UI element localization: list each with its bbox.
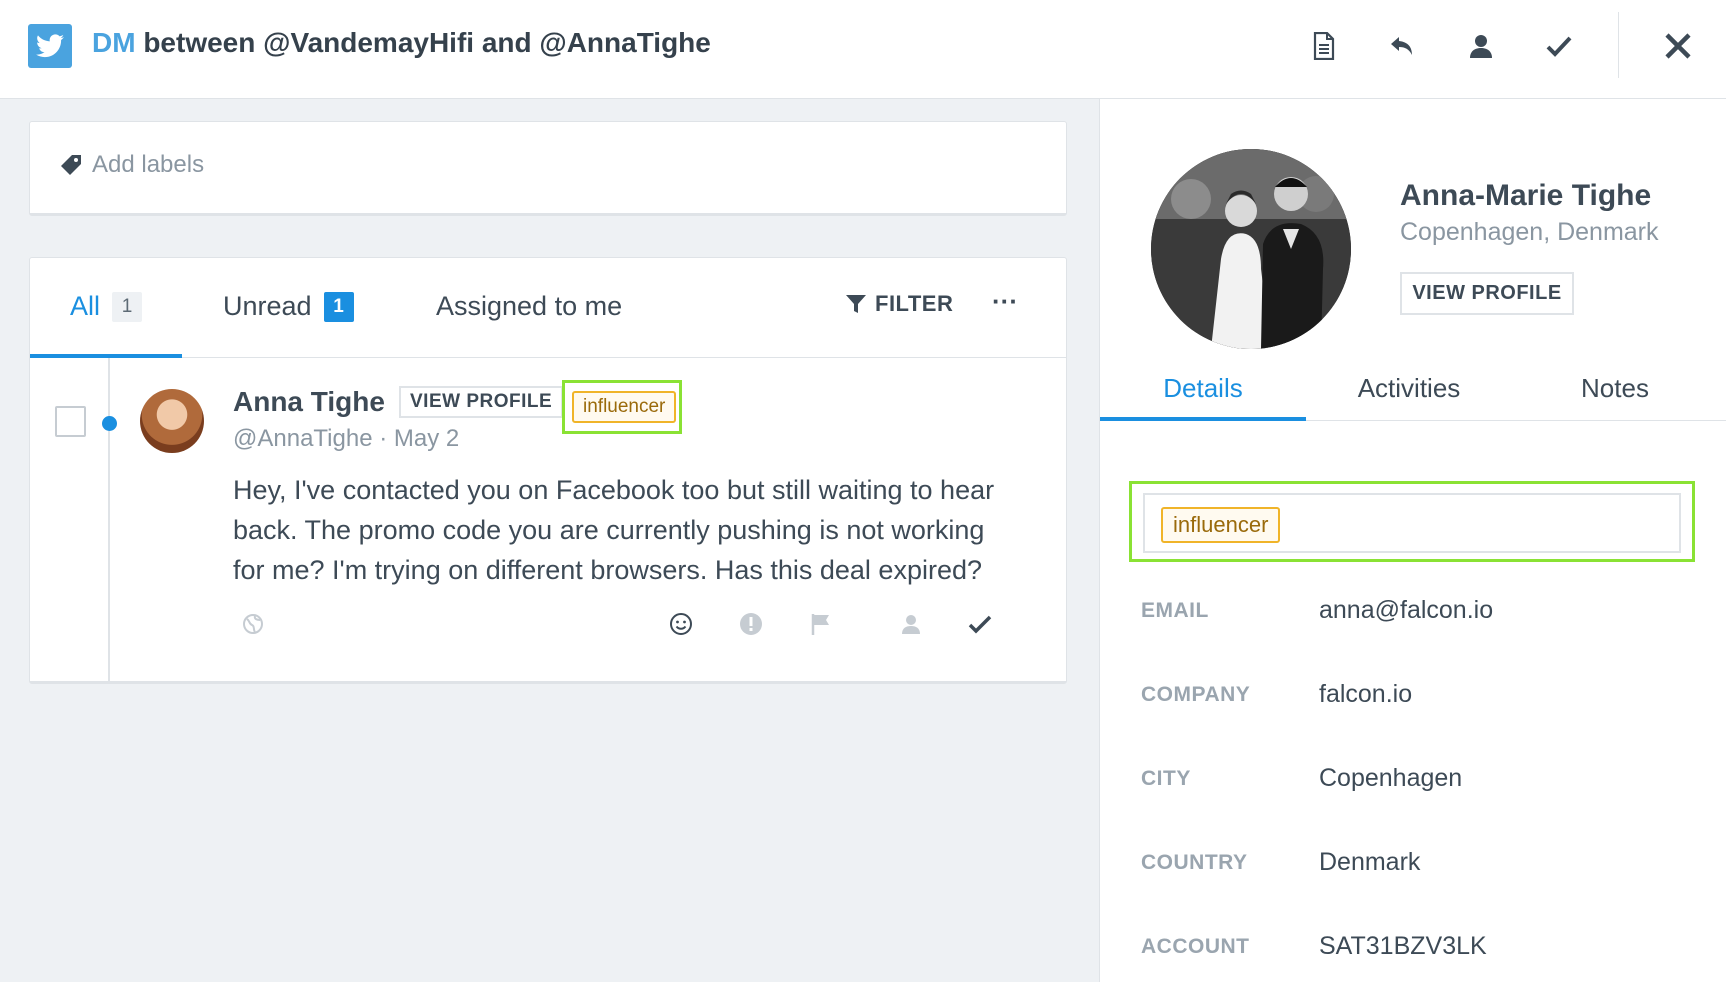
dm-label: DM bbox=[92, 27, 136, 58]
conversation-title: DM between @VandemayHifi and @AnnaTighe bbox=[92, 27, 711, 59]
more-options-icon[interactable]: ··· bbox=[992, 286, 1018, 317]
tab-unread-label: Unread bbox=[223, 291, 312, 321]
profile-avatar bbox=[1151, 149, 1351, 349]
unread-indicator bbox=[102, 416, 117, 431]
inbox-tabs: All 1 Unread 1 Assigned to me FILTER ··· bbox=[30, 258, 1066, 358]
detail-value[interactable]: Copenhagen bbox=[1319, 764, 1462, 793]
alert-icon[interactable] bbox=[736, 609, 766, 639]
filter-label: FILTER bbox=[875, 291, 954, 316]
document-icon[interactable] bbox=[1306, 28, 1342, 64]
profile-name: Anna-Marie Tighe bbox=[1400, 179, 1652, 212]
message-tag[interactable]: influencer bbox=[572, 391, 677, 423]
filter-button[interactable]: FILTER bbox=[845, 291, 953, 317]
tab-notes[interactable]: Notes bbox=[1512, 373, 1718, 404]
title-participants: between @VandemayHifi and @AnnaTighe bbox=[143, 27, 711, 58]
profile-location: Copenhagen, Denmark bbox=[1400, 218, 1659, 246]
add-labels-field[interactable]: Add labels bbox=[29, 121, 1067, 216]
add-labels-placeholder: Add labels bbox=[92, 151, 205, 178]
close-icon[interactable] bbox=[1660, 28, 1696, 64]
profile-view-profile-button[interactable]: VIEW PROFILE bbox=[1400, 272, 1574, 315]
tab-all-label: All bbox=[70, 291, 101, 321]
detail-value[interactable]: anna@falcon.io bbox=[1319, 596, 1493, 625]
detail-key: CITY bbox=[1141, 767, 1191, 790]
avatar[interactable] bbox=[140, 389, 204, 453]
profile-tags-field[interactable]: influencer bbox=[1143, 493, 1681, 553]
active-tab-underline bbox=[1100, 417, 1306, 421]
detail-value[interactable]: SAT31BZV3LK bbox=[1319, 932, 1487, 961]
message-body: Hey, I've contacted you on Facebook too … bbox=[233, 475, 995, 585]
check-icon[interactable] bbox=[1541, 28, 1577, 64]
profile-tabs: Details Activities Notes bbox=[1100, 373, 1726, 421]
detail-key: ACCOUNT bbox=[1141, 935, 1250, 958]
header-divider bbox=[1618, 12, 1619, 78]
detail-value[interactable]: falcon.io bbox=[1319, 680, 1412, 709]
message-meta: @AnnaTighe · May 2 bbox=[233, 425, 459, 453]
smiley-icon[interactable] bbox=[666, 609, 696, 639]
active-tab-underline bbox=[30, 354, 182, 358]
tab-details[interactable]: Details bbox=[1100, 373, 1306, 404]
reply-icon[interactable] bbox=[1384, 28, 1420, 64]
inbox-panel: All 1 Unread 1 Assigned to me FILTER ···… bbox=[29, 257, 1067, 684]
tag-icon bbox=[60, 154, 82, 181]
tag-highlight-box: influencer bbox=[1129, 481, 1695, 562]
tab-all[interactable]: All 1 bbox=[70, 291, 143, 322]
resolve-check-icon[interactable] bbox=[965, 609, 995, 639]
detail-value[interactable]: Denmark bbox=[1319, 848, 1420, 877]
profile-tag[interactable]: influencer bbox=[1161, 507, 1281, 543]
detail-key: EMAIL bbox=[1141, 599, 1209, 622]
detail-key: COMPANY bbox=[1141, 683, 1251, 706]
filter-icon bbox=[845, 293, 867, 315]
flag-icon[interactable] bbox=[806, 609, 836, 639]
globe-icon[interactable] bbox=[238, 609, 268, 639]
detail-key: COUNTRY bbox=[1141, 851, 1248, 874]
user-icon[interactable] bbox=[896, 609, 926, 639]
tab-assigned-to-me[interactable]: Assigned to me bbox=[436, 291, 622, 322]
tag-highlight-box: influencer bbox=[562, 380, 682, 434]
author-handle[interactable]: @AnnaTighe bbox=[233, 425, 373, 452]
tab-assigned-label: Assigned to me bbox=[436, 291, 623, 321]
assign-user-icon[interactable] bbox=[1463, 28, 1499, 64]
profile-panel: Anna-Marie Tighe Copenhagen, Denmark VIE… bbox=[1099, 99, 1726, 982]
twitter-icon bbox=[28, 24, 72, 68]
view-profile-button[interactable]: VIEW PROFILE bbox=[399, 386, 564, 418]
conversation-header: DM between @VandemayHifi and @AnnaTighe bbox=[0, 0, 1726, 99]
tab-unread[interactable]: Unread 1 bbox=[223, 291, 354, 322]
tab-unread-count: 1 bbox=[323, 291, 354, 322]
message-author[interactable]: Anna Tighe bbox=[233, 386, 385, 418]
tab-activities[interactable]: Activities bbox=[1306, 373, 1512, 404]
tab-all-count: 1 bbox=[112, 291, 143, 322]
message-date: May 2 bbox=[393, 425, 460, 452]
message-checkbox[interactable] bbox=[55, 406, 86, 437]
thread-line bbox=[108, 358, 110, 681]
meta-separator: · bbox=[379, 425, 388, 452]
